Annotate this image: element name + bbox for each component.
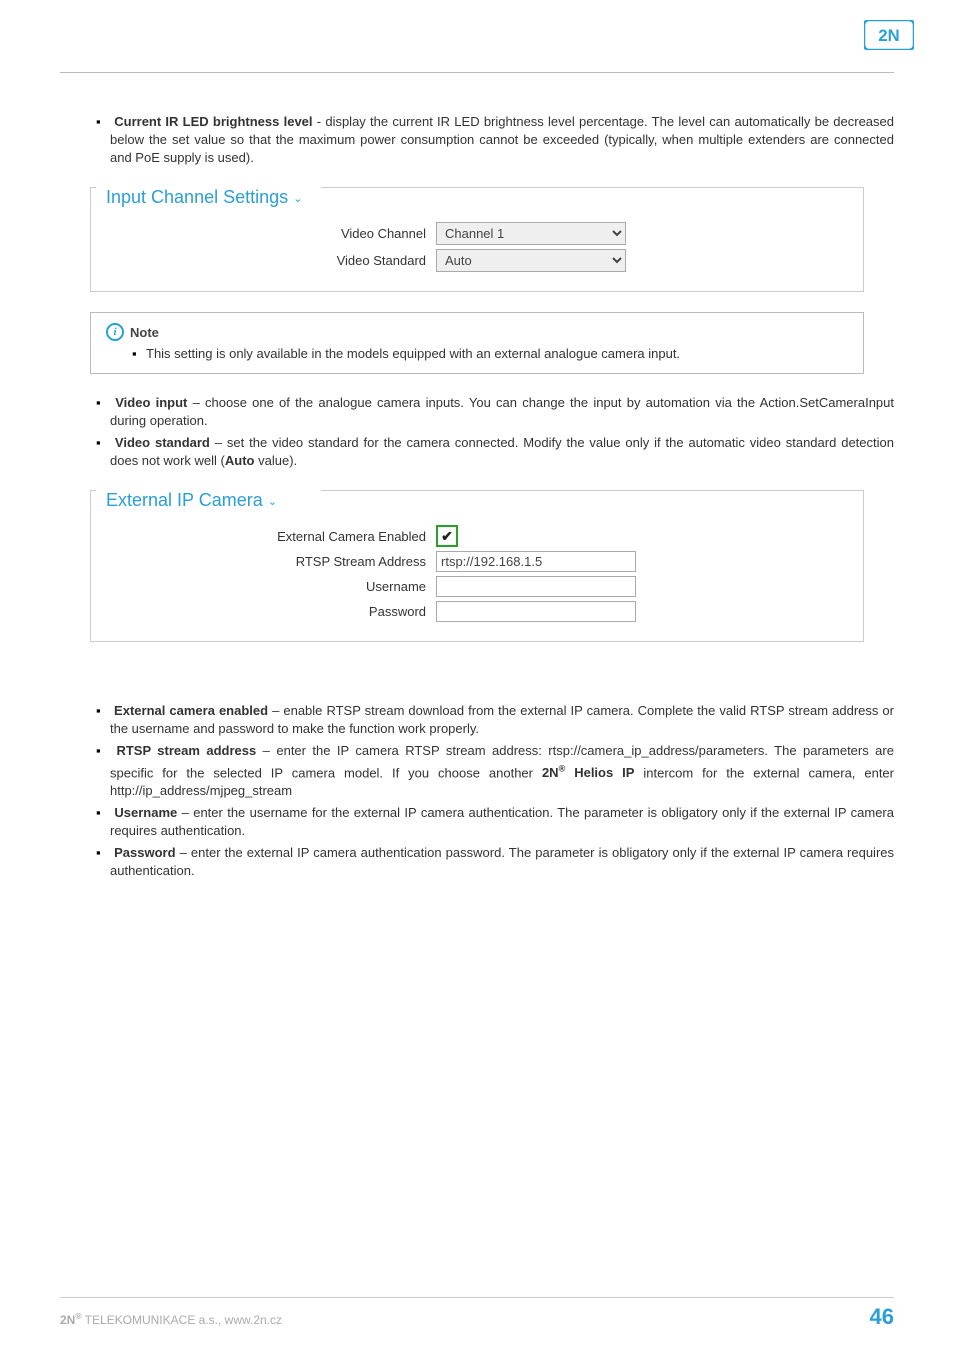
rtsp-stream-address-input[interactable] (436, 551, 636, 572)
bullet-video-input-text: – choose one of the analogue camera inpu… (110, 395, 894, 428)
chevron-down-icon: ⌄ (268, 496, 277, 508)
bullet-video-standard-text-b: value). (255, 453, 298, 468)
password-input[interactable] (436, 601, 636, 622)
bullet-rtsp-title: RTSP stream address (116, 743, 256, 758)
password-label: Password (106, 604, 436, 619)
video-standard-select[interactable]: Auto (436, 249, 626, 272)
bullet-video-input: Video input – choose one of the analogue… (110, 394, 894, 430)
external-ip-camera-box: External IP Camera ⌄ External Camera Ena… (90, 490, 864, 642)
bullet-video-standard-title: Video standard (115, 435, 210, 450)
bullet-external-camera-enabled: External camera enabled – enable RTSP st… (110, 702, 894, 738)
external-camera-enabled-checkbox[interactable]: ✔ (436, 525, 458, 547)
bullet-current-ir-led-title: Current IR LED brightness level (114, 114, 312, 129)
bullet-password-text: – enter the external IP camera authentic… (110, 845, 894, 878)
bullet-username-text: – enter the username for the external IP… (110, 805, 894, 838)
header-divider (60, 72, 894, 73)
external-ip-camera-legend: External IP Camera ⌄ (106, 490, 285, 511)
bullet-external-camera-enabled-title: External camera enabled (114, 703, 268, 718)
input-channel-settings-legend: Input Channel Settings ⌄ (106, 187, 310, 208)
page-number: 46 (870, 1304, 894, 1330)
bullet-password-title: Password (114, 845, 175, 860)
video-channel-label: Video Channel (106, 226, 436, 241)
external-camera-enabled-label: External Camera Enabled (106, 529, 436, 544)
bullet-username-title: Username (114, 805, 177, 820)
brand-logo: 2N (864, 20, 914, 53)
svg-text:2N: 2N (878, 26, 899, 45)
page-footer: 2N® TELEKOMUNIKACE a.s., www.2n.cz 46 (60, 1297, 894, 1330)
note-text: This setting is only available in the mo… (146, 345, 848, 363)
bullet-username: Username – enter the username for the ex… (110, 804, 894, 840)
note-label: Note (130, 325, 159, 340)
username-label: Username (106, 579, 436, 594)
footer-left: 2N® TELEKOMUNIKACE a.s., www.2n.cz (60, 1311, 282, 1327)
bullet-current-ir-led: Current IR LED brightness level - displa… (110, 113, 894, 167)
username-input[interactable] (436, 576, 636, 597)
bullet-password: Password – enter the external IP camera … (110, 844, 894, 880)
bullet-video-standard: Video standard – set the video standard … (110, 434, 894, 470)
bullet-rtsp-helios: Helios IP (565, 765, 634, 780)
video-standard-label: Video Standard (106, 253, 436, 268)
bullet-rtsp-2n: 2N (542, 765, 559, 780)
note-box: i Note This setting is only available in… (90, 312, 864, 374)
info-icon: i (106, 323, 124, 341)
chevron-down-icon: ⌄ (293, 193, 302, 205)
bullet-video-input-title: Video input (115, 395, 187, 410)
bullet-video-standard-auto: Auto (225, 453, 255, 468)
bullet-rtsp-stream-address: RTSP stream address – enter the IP camer… (110, 742, 894, 800)
input-channel-settings-box: Input Channel Settings ⌄ Video Channel C… (90, 187, 864, 292)
rtsp-stream-address-label: RTSP Stream Address (106, 554, 436, 569)
video-channel-select[interactable]: Channel 1 (436, 222, 626, 245)
